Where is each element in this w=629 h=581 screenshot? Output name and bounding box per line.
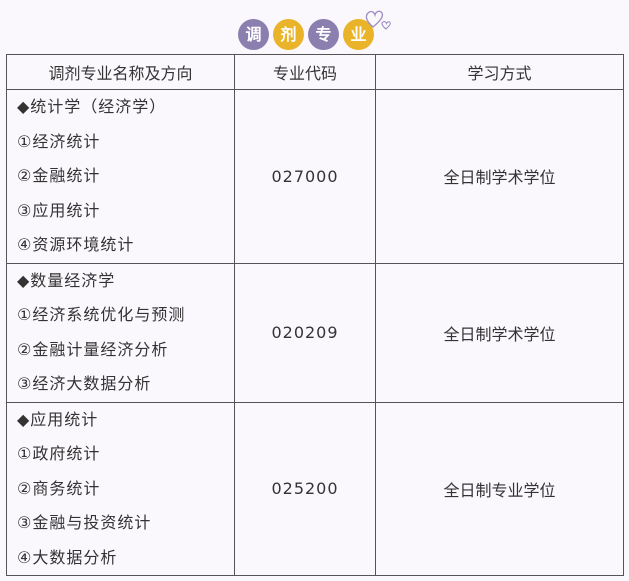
major-direction: ④大数据分析 xyxy=(17,547,118,567)
study-mode: 全日制专业学位 xyxy=(375,401,624,576)
major-direction: ②金融计量经济分析 xyxy=(17,339,169,359)
major-direction: ④资源环境统计 xyxy=(17,235,135,254)
major-cell: ◆数量经济学 ①经济系统优化与预测 ②金融计量经济分析 ③经济大数据分析 xyxy=(6,262,235,403)
table-row: ◆数量经济学 ①经济系统优化与预测 ②金融计量经济分析 ③经济大数据分析 020… xyxy=(6,262,624,403)
major-code: 025200 xyxy=(234,401,376,576)
title-badge: 专 xyxy=(308,19,339,50)
table-header-row: 调剂专业名称及方向 专业代码 学习方式 xyxy=(6,54,624,90)
column-header-mode: 学习方式 xyxy=(375,54,624,90)
heart-small-icon xyxy=(381,21,391,30)
study-mode: 全日制学术学位 xyxy=(375,89,624,264)
major-direction: ①经济统计 xyxy=(17,131,101,151)
major-direction: ②金融统计 xyxy=(17,166,101,185)
major-table: 调剂专业名称及方向 专业代码 学习方式 ◆统计学（经济学） ①经济统计 ②金融统… xyxy=(6,54,624,576)
column-header-major: 调剂专业名称及方向 xyxy=(6,54,235,90)
table-row: ◆应用统计 ①政府统计 ②商务统计 ③金融与投资统计 ④大数据分析 025200… xyxy=(6,401,624,576)
major-direction: ③应用统计 xyxy=(17,200,101,220)
major-name: ◆数量经济学 xyxy=(17,270,116,290)
column-header-code: 专业代码 xyxy=(234,54,376,90)
major-name: ◆应用统计 xyxy=(17,409,99,429)
major-direction: ①政府统计 xyxy=(17,444,101,463)
major-direction: ②商务统计 xyxy=(17,478,101,498)
major-name: ◆统计学（经济学） xyxy=(17,97,167,116)
study-mode: 全日制学术学位 xyxy=(375,262,624,403)
major-direction: ①经济系统优化与预测 xyxy=(17,305,186,324)
title-row: 调 剂 专 业 xyxy=(0,10,629,51)
major-code: 027000 xyxy=(234,89,376,264)
major-cell: ◆统计学（经济学） ①经济统计 ②金融统计 ③应用统计 ④资源环境统计 xyxy=(6,89,235,264)
major-direction: ③经济大数据分析 xyxy=(17,374,152,393)
title-badge: 调 xyxy=(238,19,269,50)
major-code: 020209 xyxy=(234,262,376,403)
heart-large-icon xyxy=(365,10,384,28)
table-row: ◆统计学（经济学） ①经济统计 ②金融统计 ③应用统计 ④资源环境统计 0270… xyxy=(6,89,624,264)
hearts-icon xyxy=(364,5,396,35)
title-badge: 剂 xyxy=(273,19,304,50)
title-badges: 调 剂 专 业 xyxy=(238,19,374,50)
major-cell: ◆应用统计 ①政府统计 ②商务统计 ③金融与投资统计 ④大数据分析 xyxy=(6,401,235,576)
major-direction: ③金融与投资统计 xyxy=(17,513,152,532)
